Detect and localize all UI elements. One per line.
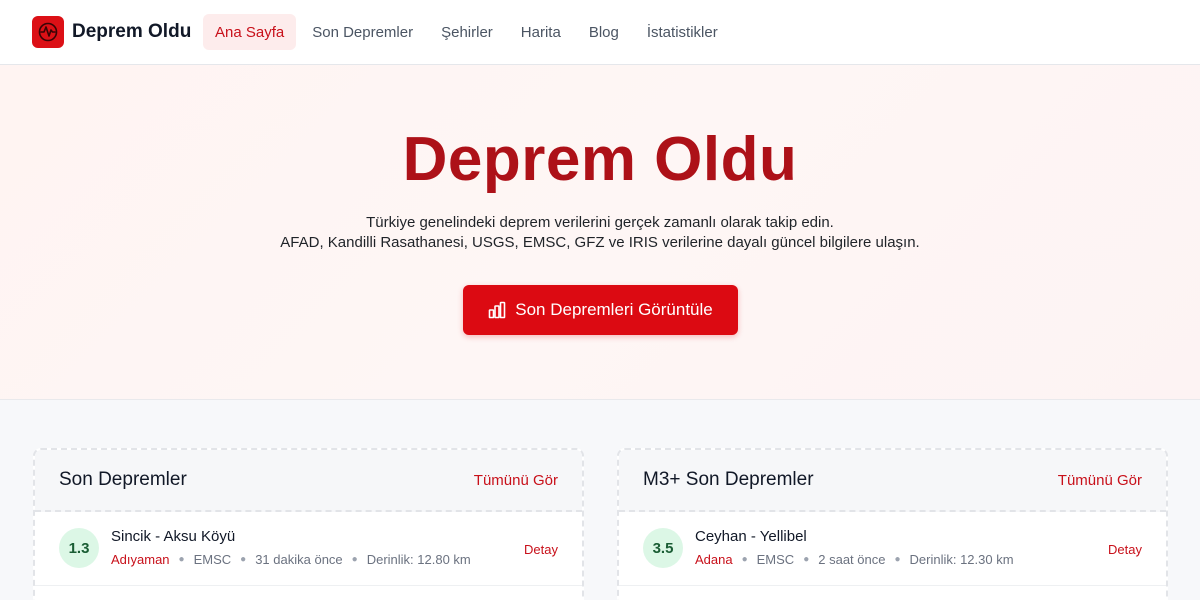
depth-label: Derinlik: 12.80 km xyxy=(366,552,471,567)
nav-item-sehirler[interactable]: Şehirler xyxy=(429,14,505,50)
seismograph-logo-icon xyxy=(32,16,64,48)
magnitude-badge: 1.3 xyxy=(59,528,99,568)
earthquake-meta: Adana ● EMSC ● 2 saat önce ● Derinlik: 1… xyxy=(695,552,1014,567)
earthquake-row[interactable]: 1.3 Sincik - Aksu Köyü Adıyaman ● EMSC ●… xyxy=(35,512,582,586)
see-all-link[interactable]: Tümünü Gör xyxy=(474,472,558,489)
brand-home-link[interactable]: Deprem Oldu xyxy=(32,16,191,48)
top-navbar: Deprem Oldu Ana Sayfa Son Depremler Şehi… xyxy=(0,0,1200,65)
see-all-link[interactable]: Tümünü Gör xyxy=(1058,472,1142,489)
nav-item-harita[interactable]: Harita xyxy=(509,14,573,50)
nav-item-blog[interactable]: Blog xyxy=(577,14,631,50)
source-label: EMSC xyxy=(193,552,232,567)
nav-item-istatistikler[interactable]: İstatistikler xyxy=(635,14,730,50)
time-ago: 31 dakika önce xyxy=(255,552,343,567)
earthquake-meta: Adıyaman ● EMSC ● 31 dakika önce ● Derin… xyxy=(111,552,471,567)
card-title: M3+ Son Depremler xyxy=(643,469,814,490)
earthquake-row[interactable]: 3.5 Ceyhan - Yellibel Adana ● EMSC ● 2 s… xyxy=(619,512,1166,586)
nav-item-ana-sayfa[interactable]: Ana Sayfa xyxy=(203,14,297,50)
nav-item-son-depremler[interactable]: Son Depremler xyxy=(300,14,425,50)
recent-earthquakes-card: Son Depremler Tümünü Gör 1.3 Sincik - Ak… xyxy=(33,448,584,600)
detail-link[interactable]: Detay xyxy=(1108,542,1142,557)
source-label: EMSC xyxy=(756,552,795,567)
separator-dot: ● xyxy=(351,554,358,565)
m3-earthquakes-card: M3+ Son Depremler Tümünü Gör 3.5 Ceyhan … xyxy=(617,448,1168,600)
detail-link[interactable]: Detay xyxy=(524,542,558,557)
hero-subtitle-line: Türkiye genelindeki deprem verilerini ge… xyxy=(366,214,834,231)
hero-title: Deprem Oldu xyxy=(402,125,798,194)
city-link[interactable]: Adana xyxy=(695,552,733,567)
card-header: Son Depremler Tümünü Gör xyxy=(35,450,582,512)
hero-subtitle: Türkiye genelindeki deprem verilerini ge… xyxy=(0,213,1200,253)
hero-subtitle-line: AFAD, Kandilli Rasathanesi, USGS, EMSC, … xyxy=(280,234,920,251)
hero-section: Deprem Oldu Türkiye genelindeki deprem v… xyxy=(0,65,1200,400)
separator-dot: ● xyxy=(741,554,748,565)
separator-dot: ● xyxy=(894,554,901,565)
bar-chart-icon xyxy=(488,301,506,319)
brand-name: Deprem Oldu xyxy=(72,21,192,42)
view-recent-earthquakes-button[interactable]: Son Depremleri Görüntüle xyxy=(463,285,738,335)
city-link[interactable]: Adıyaman xyxy=(111,552,170,567)
separator-dot: ● xyxy=(803,554,810,565)
main-nav: Ana Sayfa Son Depremler Şehirler Harita … xyxy=(203,14,734,50)
time-ago: 2 saat önce xyxy=(818,552,886,567)
button-label: Son Depremleri Görüntüle xyxy=(515,300,713,319)
magnitude-badge: 3.5 xyxy=(643,528,683,568)
card-header: M3+ Son Depremler Tümünü Gör xyxy=(619,450,1166,512)
earthquake-location: Ceyhan - Yellibel xyxy=(695,528,807,545)
card-title: Son Depremler xyxy=(59,469,187,490)
earthquake-location: Sincik - Aksu Köyü xyxy=(111,528,236,545)
separator-dot: ● xyxy=(178,554,185,565)
depth-label: Derinlik: 12.30 km xyxy=(909,552,1014,567)
separator-dot: ● xyxy=(240,554,247,565)
